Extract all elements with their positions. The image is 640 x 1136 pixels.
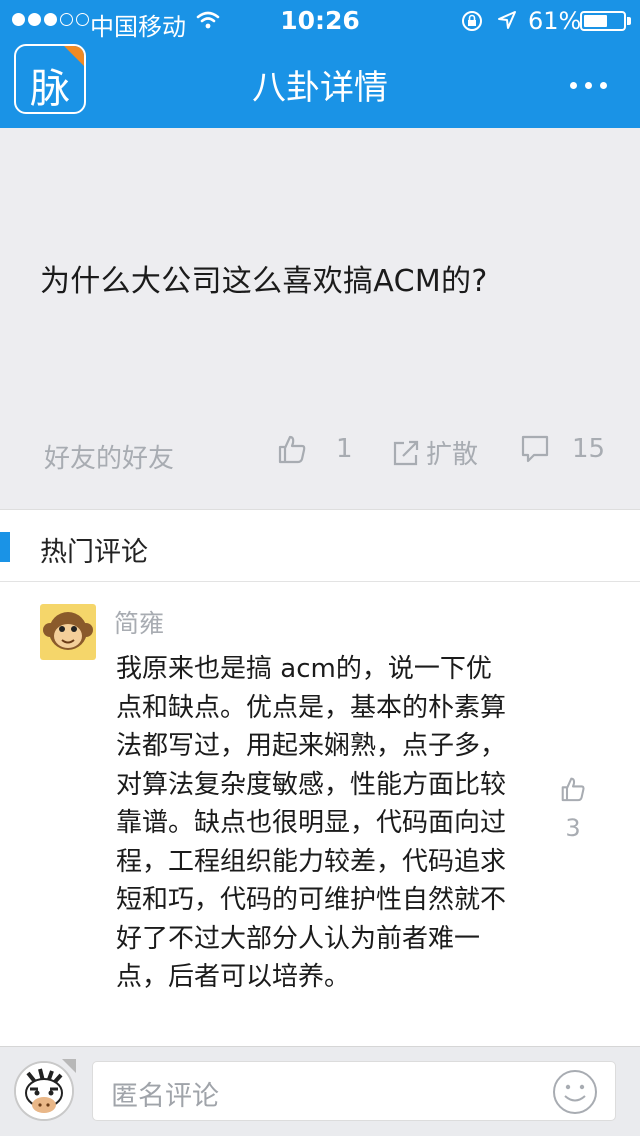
post-card: 为什么大公司这么喜欢搞ACM的? 好友的好友 1 扩散 15 [0, 128, 640, 510]
comment-author[interactable]: 简雍 [114, 604, 164, 640]
battery-percent: 61% [528, 7, 582, 35]
battery-nub [627, 17, 631, 25]
comment-icon [520, 434, 550, 464]
section-accent-bar [0, 532, 10, 562]
like-count: 1 [336, 434, 353, 464]
top-bar: 中国移动 10:26 61% 脉 八卦详情 [0, 0, 640, 128]
thumbs-up-icon [278, 434, 306, 464]
like-button[interactable]: 1 [278, 434, 353, 464]
share-button[interactable]: 扩散 [392, 434, 478, 471]
comment-composer: 匿名评论 [0, 1046, 640, 1136]
comment-placeholder: 匿名评论 [111, 1081, 219, 1112]
location-icon [496, 9, 518, 35]
comment-like-count: 3 [565, 814, 581, 842]
share-label: 扩散 [426, 440, 479, 470]
post-question: 为什么大公司这么喜欢搞ACM的? [40, 264, 488, 299]
avatar-corner-badge [62, 1059, 76, 1073]
share-icon [392, 439, 420, 467]
rotation-lock-icon [460, 9, 484, 37]
smiley-icon[interactable] [551, 1068, 599, 1120]
comment-like-button[interactable]: 3 [560, 776, 586, 842]
section-title: 热门评论 [40, 537, 148, 568]
page-title: 八卦详情 [252, 68, 388, 108]
comment-count: 15 [572, 434, 606, 464]
post-source: 好友的好友 [44, 444, 175, 474]
hot-comments-header: 热门评论 [0, 512, 640, 582]
thumbs-up-icon [561, 777, 585, 806]
anonymous-comment-input[interactable]: 匿名评论 [92, 1061, 616, 1121]
comment-button[interactable]: 15 [520, 434, 605, 464]
battery-icon [580, 11, 626, 31]
more-options-icon[interactable] [570, 82, 607, 89]
monkey-avatar[interactable] [40, 604, 96, 660]
status-bar: 中国移动 10:26 61% [0, 0, 640, 41]
comment-text: 我原来也是搞 acm的，说一下优点和缺点。优点是，基本的朴素算法都写过，用起来娴… [116, 654, 507, 992]
